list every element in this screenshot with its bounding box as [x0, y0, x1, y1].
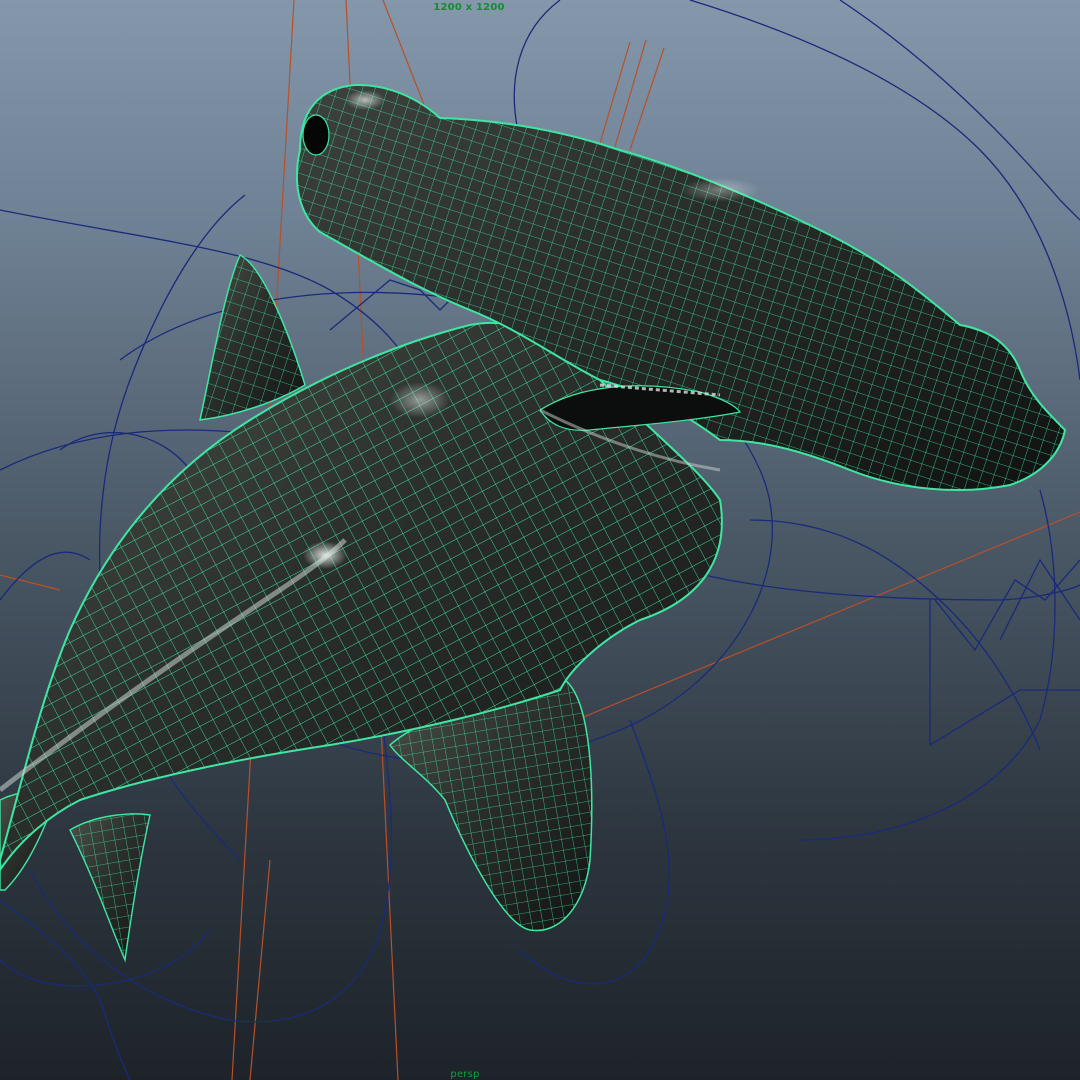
shark-eye-icon	[302, 114, 330, 156]
resolution-gate-label: 1200 x 1200	[433, 2, 505, 13]
perspective-viewport[interactable]: 1200 x 1200 persp	[0, 0, 1080, 1080]
scene-canvas[interactable]	[0, 0, 1080, 1080]
camera-name-label: persp	[450, 1069, 480, 1080]
hammerhead-shark-mesh[interactable]	[0, 83, 1067, 963]
